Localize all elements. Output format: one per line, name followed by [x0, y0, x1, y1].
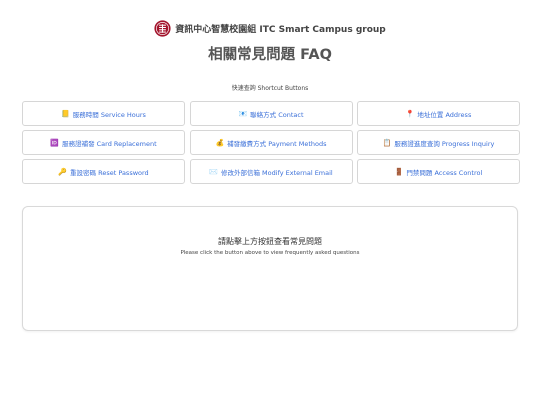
access-control-button[interactable]: 🚪 門禁問題 Access Control — [357, 159, 520, 184]
button-label: 聯絡方式 Contact — [250, 110, 304, 119]
location-pin-icon: 📍 — [405, 109, 415, 118]
service-hours-button[interactable]: 📒 服務時間 Service Hours — [22, 101, 185, 126]
shortcut-button-grid: 📒 服務時間 Service Hours 📧 聯絡方式 Contact 📍 地址… — [22, 101, 520, 184]
payment-methods-button[interactable]: 💰 補發繳費方式 Payment Methods — [189, 130, 353, 155]
button-label: 重設密碼 Reset Password — [70, 168, 149, 177]
header: 資訊中心智慧校園組 ITC Smart Campus group — [0, 20, 540, 37]
email-icon: 📧 — [238, 109, 248, 118]
address-button[interactable]: 📍 地址位置 Address — [357, 101, 520, 126]
button-label: 地址位置 Address — [417, 110, 472, 119]
faq-content-panel: 請點擊上方按鈕查看常見問題 Please click the button ab… — [22, 206, 518, 331]
money-bag-icon: 💰 — [215, 138, 225, 147]
contact-button[interactable]: 📧 聯絡方式 Contact — [189, 101, 353, 126]
button-label: 修改外部信箱 Modify External Email — [220, 168, 333, 177]
group-name: 資訊中心智慧校園組 ITC Smart Campus group — [175, 25, 386, 35]
door-icon: 🚪 — [394, 167, 404, 176]
university-seal-icon — [154, 20, 171, 37]
shortcut-label: 快速查詢 Shortcut Buttons — [231, 85, 309, 92]
panel-message-zh: 請點擊上方按鈕查看常見問題 — [218, 237, 322, 246]
button-label: 服務證進度查詢 Progress Inquiry — [394, 139, 495, 148]
notebook-icon: 📒 — [61, 109, 70, 118]
id-card-icon: 🆔 — [50, 138, 60, 147]
envelope-icon: ✉️ — [209, 167, 218, 176]
button-label: 門禁問題 Access Control — [406, 168, 483, 177]
reset-password-button[interactable]: 🔑 重設密碼 Reset Password — [22, 159, 185, 184]
page-title: 相關常見問題 FAQ — [208, 47, 332, 63]
clipboard-icon: 📋 — [382, 138, 392, 147]
button-label: 補發繳費方式 Payment Methods — [227, 139, 327, 148]
button-label: 服務時間 Service Hours — [72, 110, 146, 119]
modify-external-email-button[interactable]: ✉️ 修改外部信箱 Modify External Email — [189, 159, 353, 184]
key-icon: 🔑 — [58, 167, 68, 176]
card-replacement-button[interactable]: 🆔 服務證補發 Card Replacement — [22, 130, 185, 155]
panel-message-en: Please click the button above to view fr… — [180, 250, 360, 256]
progress-inquiry-button[interactable]: 📋 服務證進度查詢 Progress Inquiry — [357, 130, 520, 155]
button-label: 服務證補發 Card Replacement — [62, 139, 157, 148]
